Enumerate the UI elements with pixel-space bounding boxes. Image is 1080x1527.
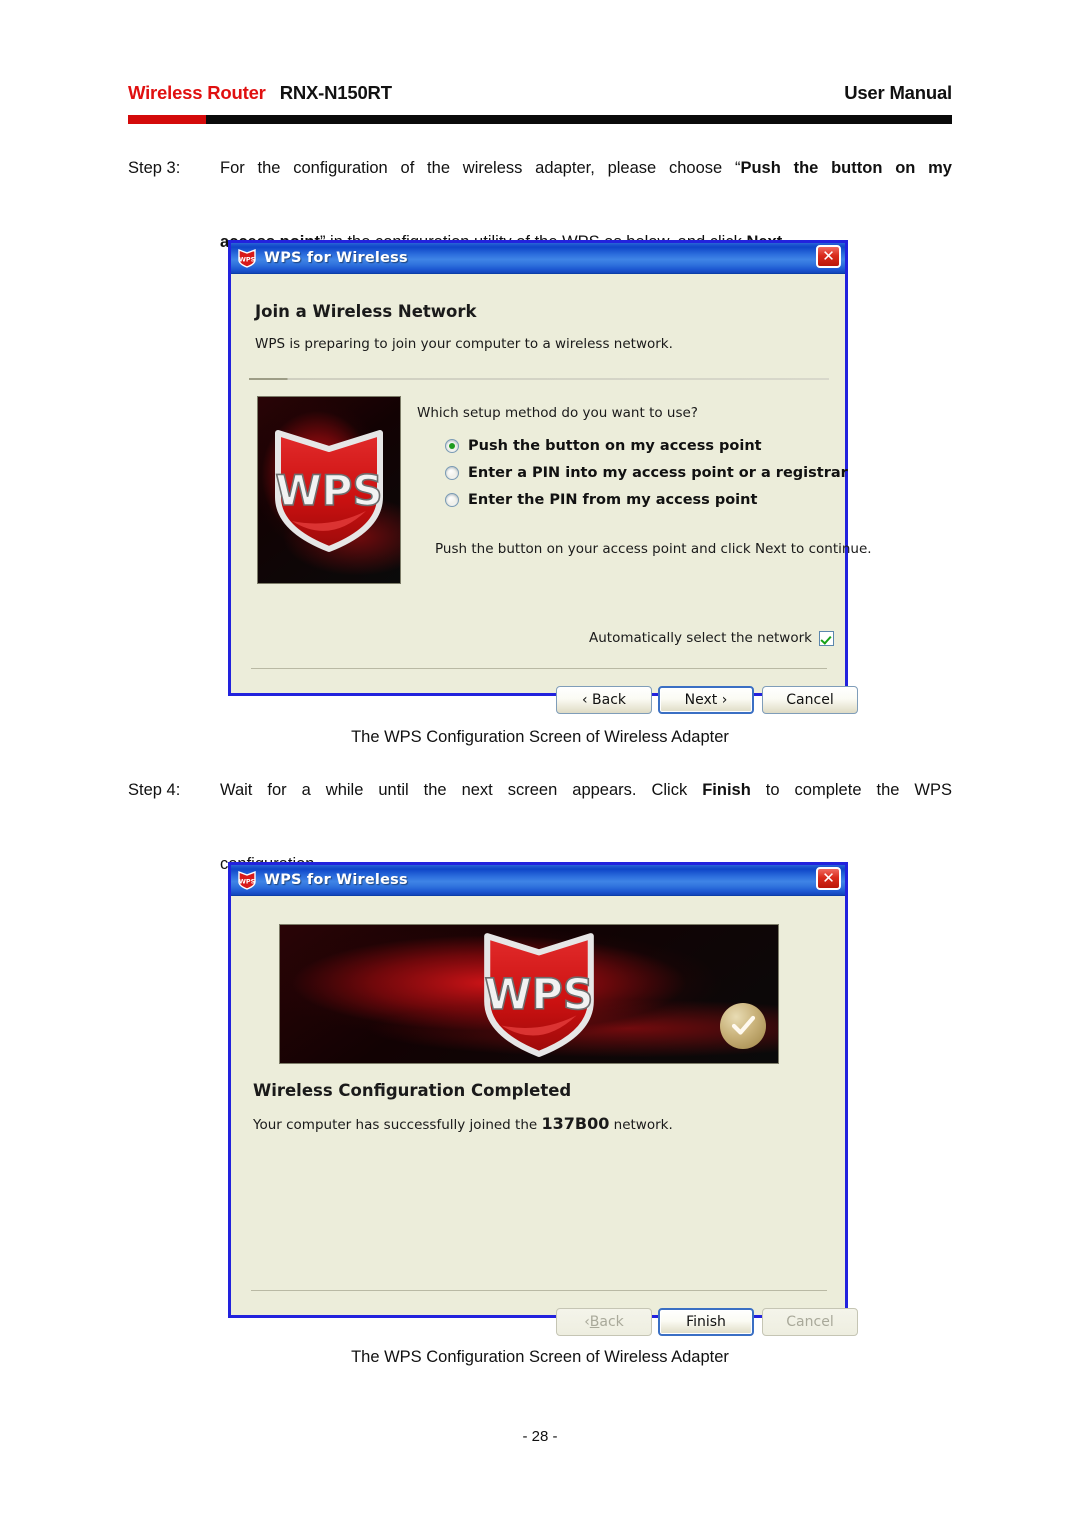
- header-product-type: Wireless Router: [128, 82, 266, 103]
- dialog2-body: WPS Wireless Configuration Completed You…: [231, 896, 858, 1336]
- svg-text:WPS: WPS: [239, 255, 256, 263]
- success-check-icon: [720, 1003, 766, 1049]
- header-product: Wireless Router RNX-N150RT: [128, 82, 392, 104]
- radio-indicator-off[interactable]: [445, 493, 459, 507]
- wps-dialog-step4: WPS WPS for Wireless ✕ WPS Wireless Conf…: [228, 862, 858, 1336]
- back-button[interactable]: ‹ Back: [556, 686, 652, 714]
- network-name: 137B00: [541, 1114, 610, 1133]
- dialog1-subtext: WPS is preparing to join your computer t…: [255, 336, 673, 352]
- dialog1-heading: Join a Wireless Network: [255, 302, 477, 321]
- wps-logo-text: WPS: [484, 970, 593, 1020]
- radio-label-push-button: Push the button on my access point: [468, 438, 762, 454]
- dialog1-body: Join a Wireless Network WPS is preparing…: [231, 274, 872, 714]
- wps-logo-text: WPS: [275, 466, 382, 515]
- header-doc-type: User Manual: [844, 82, 952, 103]
- back-button-mnemonic: B: [589, 1314, 600, 1330]
- back-button-suffix: ack: [599, 1314, 624, 1330]
- close-icon[interactable]: ✕: [816, 245, 841, 268]
- dialog1-separator-bottom: [251, 668, 827, 669]
- radio-indicator-off[interactable]: [445, 466, 459, 480]
- step-4-line-1: Wait for a while until the next screen a…: [220, 772, 952, 846]
- cancel-button: Cancel: [762, 1308, 858, 1336]
- svg-text:WPS: WPS: [239, 877, 256, 885]
- dialog1-hint: Push the button on your access point and…: [435, 541, 872, 557]
- dialog2-separator-bottom: [251, 1290, 827, 1291]
- dialog1-titlebar: WPS WPS for Wireless ✕: [231, 243, 845, 274]
- figure-caption-1: The WPS Configuration Screen of Wireless…: [351, 728, 729, 746]
- step-3-label: Step 3:: [128, 159, 181, 177]
- step-3-line-1-lead: For the configuration of the wireless ad…: [220, 159, 741, 177]
- wps-logo-art: WPS: [257, 396, 401, 584]
- step-4-line-1-end: to complete the WPS: [750, 781, 952, 799]
- dialog2-message-lead: Your computer has successfully joined th…: [253, 1117, 542, 1133]
- header-divider-accent: [128, 115, 206, 124]
- radio-enter-pin-into-ap[interactable]: Enter a PIN into my access point or a re…: [445, 465, 848, 481]
- dialog1-question: Which setup method do you want to use?: [417, 405, 698, 421]
- step-3-emphasis-1: Push the button on my: [740, 159, 952, 177]
- checkbox-indicator[interactable]: [818, 630, 834, 646]
- dialog2-message-end: network.: [609, 1117, 673, 1133]
- step-4-line-1-lead: Wait for a while until the next screen a…: [220, 781, 703, 799]
- back-button: ‹ Back: [556, 1308, 652, 1336]
- wps-dialog-step3: WPS WPS for Wireless ✕ Join a Wireless N…: [228, 240, 872, 714]
- dialog2-message: Your computer has successfully joined th…: [253, 1114, 673, 1133]
- dialog2-titlebar: WPS WPS for Wireless ✕: [231, 865, 845, 896]
- step-4-label: Step 4:: [128, 781, 181, 799]
- step-4-emphasis-1: Finish: [702, 781, 751, 799]
- dialog2-title: WPS for Wireless: [264, 872, 408, 888]
- step-3-line-1: For the configuration of the wireless ad…: [220, 150, 952, 224]
- next-button[interactable]: Next ›: [658, 686, 754, 714]
- cancel-button[interactable]: Cancel: [762, 686, 858, 714]
- radio-enter-pin-from-ap[interactable]: Enter the PIN from my access point: [445, 492, 757, 508]
- wps-shield-icon: WPS: [237, 248, 257, 268]
- figure-caption-2: The WPS Configuration Screen of Wireless…: [351, 1348, 729, 1366]
- wps-banner-art: WPS: [279, 924, 779, 1064]
- manual-page: Wireless Router RNX-N150RT User Manual St…: [0, 0, 1080, 1527]
- radio-push-button[interactable]: Push the button on my access point: [445, 438, 762, 454]
- wps-shield-icon: WPS: [237, 870, 257, 890]
- radio-label-enter-pin-into-ap: Enter a PIN into my access point or a re…: [468, 465, 848, 481]
- page-number: - 28 -: [522, 1428, 558, 1445]
- dialog1-separator-top: [249, 378, 829, 380]
- close-icon[interactable]: ✕: [816, 867, 841, 890]
- radio-indicator-on[interactable]: [445, 439, 459, 453]
- header-divider: [128, 115, 952, 124]
- auto-select-network-checkbox[interactable]: Automatically select the network: [589, 630, 834, 646]
- checkbox-label-auto-select: Automatically select the network: [589, 630, 812, 646]
- finish-button[interactable]: Finish: [658, 1308, 754, 1336]
- header-model: RNX-N150RT: [279, 82, 392, 103]
- radio-label-enter-pin-from-ap: Enter the PIN from my access point: [468, 492, 758, 508]
- dialog1-title: WPS for Wireless: [264, 250, 408, 266]
- dialog2-heading: Wireless Configuration Completed: [253, 1081, 572, 1100]
